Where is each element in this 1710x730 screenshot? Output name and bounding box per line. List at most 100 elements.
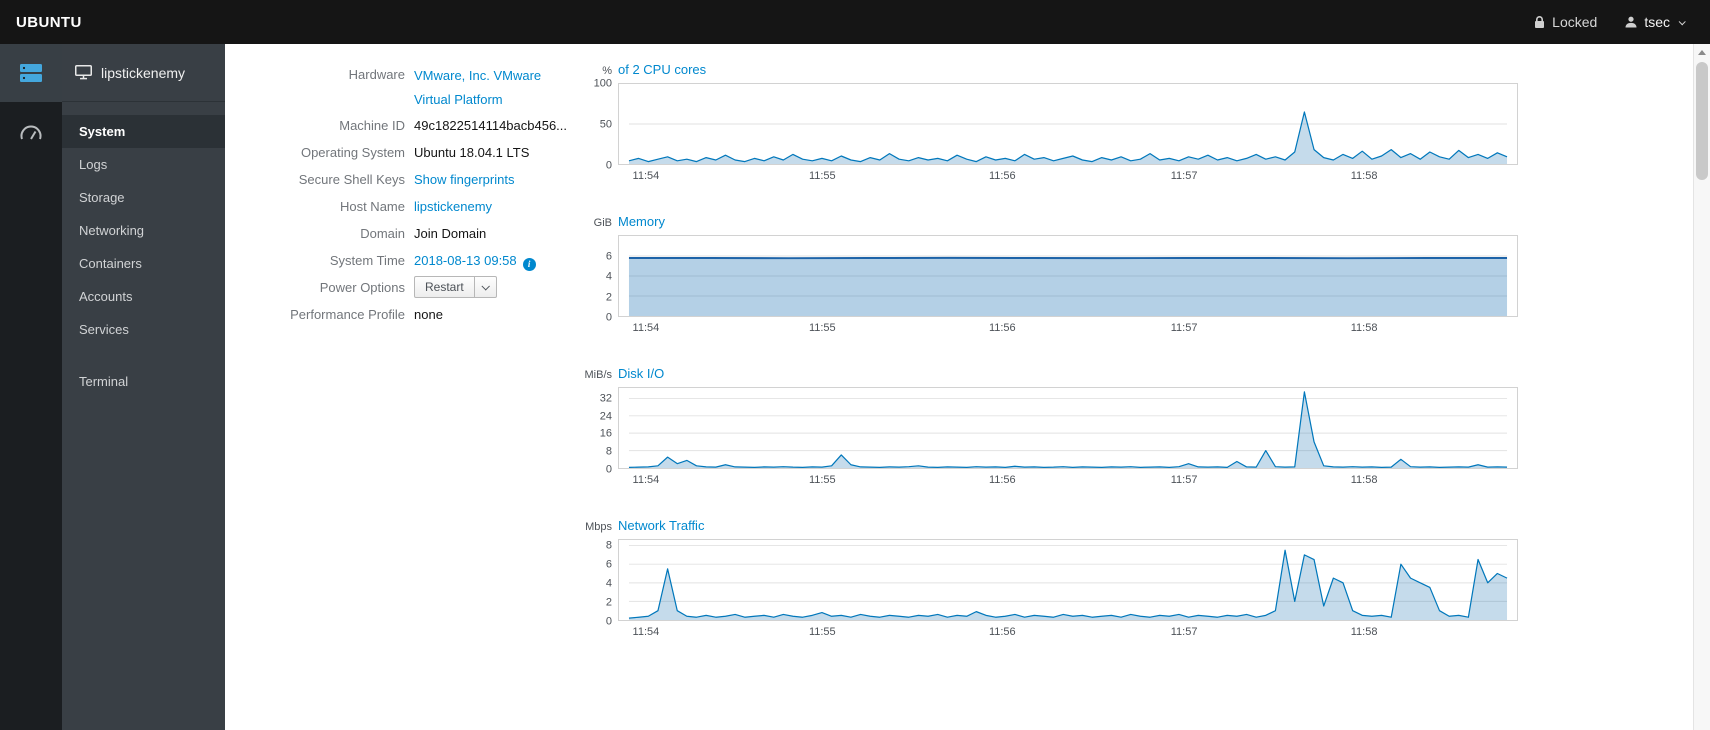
x-tick-label: 11:58 [1350,170,1378,182]
memory-chart-title-link[interactable]: Memory [618,214,665,229]
restart-button[interactable]: Restart [414,276,475,299]
user-menu[interactable]: tsec [1625,14,1686,30]
machines-nav-button[interactable] [0,44,62,102]
x-tick-label: 11:57 [1170,322,1198,334]
os-value: Ubuntu 18.04.1 LTS [414,145,530,160]
disk-io-x-axis: 11:54 11:55 11:56 11:57 11:58 [618,474,1520,489]
x-tick-label: 11:55 [808,322,836,334]
sidebar-item-storage[interactable]: Storage [62,181,225,214]
disk-io-unit-label: MiB/s [584,369,613,381]
x-tick-label: 11:58 [1350,474,1378,486]
disk-io-chart: MiB/s Disk I/O 0 8 16 24 32 11:54 11:55 11:56 1… [580,366,1520,489]
info-row-os: Operating System Ubuntu 18.04.1 LTS [225,140,580,166]
system-time-link[interactable]: 2018-08-13 09:58 [414,253,517,268]
disk-io-y-axis: 0 8 16 24 32 [580,387,618,475]
x-tick-label: 11:54 [632,170,660,182]
cpu-chart: % of 2 CPU cores 0 50 100 11:54 11:55 11:56 1… [580,62,1520,185]
vertical-scrollbar[interactable] [1693,44,1710,730]
info-row-hardware: Hardware VMware, Inc. VMware Virtual Pla… [225,62,580,112]
info-row-system-time: System Time 2018-08-13 09:58 i [225,248,580,274]
performance-profile-label: Performance Profile [290,307,405,322]
topbar-right: Locked tsec [1534,14,1710,30]
hardware-label: Hardware [348,67,405,82]
y-tick-label: 0 [605,311,612,324]
topbar: UBUNTU Locked tsec [0,0,1710,44]
y-tick-label: 8 [605,445,612,458]
app-shell: lipstickenemy System Logs Storage Networ… [0,44,1710,730]
y-tick-label: 4 [605,577,612,590]
hostname-label: Host Name [339,199,405,214]
sidebar-item-networking[interactable]: Networking [62,214,225,247]
join-domain-link[interactable]: Join Domain [405,221,486,247]
y-tick-label: 100 [593,77,612,90]
chevron-down-icon [1678,17,1686,25]
memory-unit-label: GiB [593,217,612,229]
gauge-icon [20,125,42,140]
y-tick-label: 50 [599,118,612,131]
network-plot [618,539,1518,621]
host-selector[interactable]: lipstickenemy [62,44,225,102]
cpu-plot [618,83,1518,165]
x-tick-label: 11:54 [632,322,660,334]
machine-id-label: Machine ID [339,118,405,133]
machine-id-value: 49c1822514114bacb456... [414,118,568,133]
y-tick-label: 0 [605,615,612,628]
y-tick-label: 8 [605,539,612,552]
x-tick-label: 11:54 [632,474,660,486]
x-tick-label: 11:57 [1170,170,1198,182]
network-traffic-chart: Mbps Network Traffic 02468 11:54 11:55 11:… [580,518,1520,641]
host-name-label: lipstickenemy [101,64,186,81]
info-row-machine-id: Machine ID 49c1822514114bacb456... [225,113,580,139]
network-chart-title-link[interactable]: Network Traffic [618,518,704,533]
x-tick-label: 11:56 [988,626,1016,638]
brand: UBUNTU [16,13,82,31]
sidebar-item-containers[interactable]: Containers [62,247,225,280]
dashboard-nav-button[interactable] [0,102,62,160]
main-content: Hardware VMware, Inc. VMware Virtual Pla… [225,44,1710,730]
sidebar-nav: System Logs Storage Networking Container… [62,102,225,398]
memory-x-axis: 11:54 11:55 11:56 11:57 11:58 [618,322,1520,337]
sidebar-item-system[interactable]: System [62,115,225,148]
locked-indicator[interactable]: Locked [1534,14,1597,30]
performance-profile-value: none [414,307,443,322]
x-tick-label: 11:58 [1350,626,1378,638]
cpu-y-axis: 0 50 100 [580,78,618,171]
sidebar-item-logs[interactable]: Logs [62,148,225,181]
locked-label: Locked [1552,14,1598,30]
x-tick-label: 11:55 [808,474,836,486]
system-time-label: System Time [329,253,405,268]
y-tick-label: 32 [599,392,612,405]
info-row-domain: Domain Join Domain [225,221,580,247]
os-label: Operating System [300,145,405,160]
x-tick-label: 11:57 [1170,626,1198,638]
x-tick-label: 11:56 [988,474,1016,486]
info-icon[interactable]: i [522,258,536,271]
hostname-link[interactable]: lipstickenemy [414,199,492,214]
power-options-split-button: Restart [414,276,497,299]
disk-io-chart-title-link[interactable]: Disk I/O [618,366,664,381]
user-label: tsec [1644,14,1670,30]
sidebar-item-services[interactable]: Services [62,313,225,346]
network-x-axis: 11:54 11:55 11:56 11:57 11:58 [618,626,1520,641]
y-tick-label: 4 [605,270,612,283]
x-tick-label: 11:56 [988,170,1016,182]
hardware-link[interactable]: VMware, Inc. VMware Virtual Platform [414,64,556,112]
scrollbar-thumb[interactable] [1696,62,1708,180]
scroll-up-arrow-icon[interactable] [1694,44,1710,60]
cpu-chart-title-link[interactable]: of 2 CPU cores [618,62,706,77]
memory-chart: GiB Memory 0246 11:54 11:55 11:56 11:57 11:5… [580,214,1520,337]
show-fingerprints-link[interactable]: Show fingerprints [414,172,514,187]
power-options-dropdown-button[interactable] [474,276,497,299]
info-icon-glyph: i [527,259,531,269]
network-unit-label: Mbps [585,521,612,533]
info-row-ssh-keys: Secure Shell Keys Show fingerprints [225,167,580,193]
memory-y-axis: 0 2 4 6 [580,235,618,324]
sidebar-item-terminal[interactable]: Terminal [62,365,225,398]
x-tick-label: 11:58 [1350,322,1378,334]
user-icon [1625,16,1637,28]
lock-icon [1535,15,1545,28]
info-row-hostname: Host Name lipstickenemy [225,194,580,220]
x-tick-label: 11:55 [808,626,836,638]
sidebar-item-accounts[interactable]: Accounts [62,280,225,313]
info-row-power-options: Power Options Restart [225,275,580,301]
